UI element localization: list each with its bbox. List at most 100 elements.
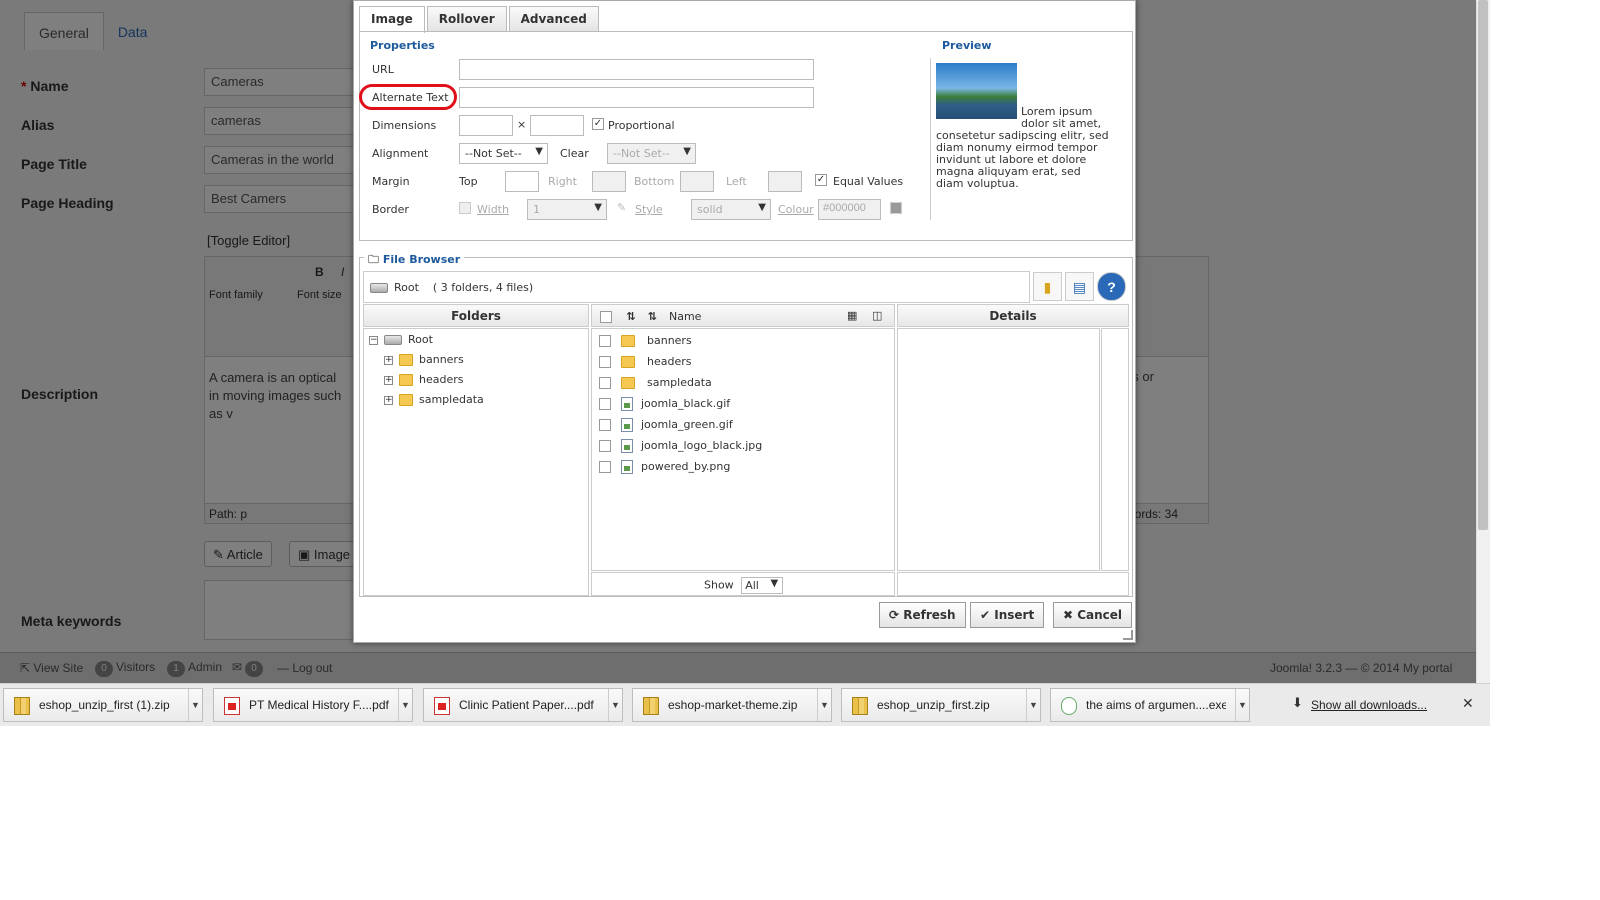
download-item[interactable]: Clinic Patient Paper....pdf ▼ [423, 688, 623, 722]
list-item[interactable]: joomla_logo_black.jpg [599, 439, 762, 453]
chevron-down-icon[interactable]: ▼ [608, 689, 622, 721]
file-browser-title: 🗀 File Browser [364, 251, 465, 270]
expand-icon[interactable]: + [384, 355, 393, 365]
dialog-tabs: Image Rollover Advanced [359, 6, 601, 33]
new-folder-icon: ▮ [1043, 279, 1052, 295]
border-width-select[interactable]: 1 ▼ [527, 199, 607, 220]
image-file-icon [621, 397, 633, 411]
list-item[interactable]: joomla_green.gif [599, 418, 733, 432]
tab-rollover[interactable]: Rollover [426, 6, 507, 31]
alternate-text-input[interactable] [459, 87, 814, 108]
item-checkbox[interactable] [599, 335, 611, 347]
chevron-down-icon[interactable]: ▼ [188, 689, 202, 721]
dropdown-arrow-icon: ▼ [758, 202, 766, 213]
border-style-icon: ✎ [617, 201, 627, 214]
folder-icon [399, 374, 413, 386]
search-icon[interactable]: ◫ [872, 309, 882, 322]
item-checkbox[interactable] [599, 377, 611, 389]
download-item[interactable]: PT Medical History F....pdf ▼ [213, 688, 413, 722]
zip-file-icon [643, 697, 659, 715]
new-folder-button[interactable]: ▮ [1033, 272, 1062, 301]
refresh-button[interactable]: ⟳ Refresh [879, 602, 966, 628]
pdf-file-icon [224, 697, 240, 715]
list-item[interactable]: sampledata [599, 376, 712, 389]
properties-title: Properties [370, 39, 435, 52]
margin-left-input[interactable] [768, 171, 802, 192]
equal-values-checkbox[interactable]: ✓ [815, 174, 827, 186]
list-item[interactable]: joomla_black.gif [599, 397, 730, 411]
item-checkbox[interactable] [599, 461, 611, 473]
drive-icon [384, 335, 402, 345]
download-item[interactable]: the aims of argumen....exe ▼ [1050, 688, 1250, 722]
chevron-down-icon[interactable]: ▼ [1026, 689, 1040, 721]
clear-select[interactable]: --Not Set-- ▼ [607, 143, 696, 164]
cancel-button[interactable]: ✖ Cancel [1053, 602, 1133, 628]
folder-icon [621, 377, 635, 389]
image-file-icon [621, 460, 633, 474]
margin-bottom-label: Bottom [634, 175, 675, 188]
list-view-icon[interactable]: ▦ [847, 309, 857, 322]
folder-icon [399, 354, 413, 366]
margin-top-input[interactable] [505, 171, 539, 192]
tree-root[interactable]: − Root [369, 333, 433, 346]
border-checkbox[interactable] [459, 202, 471, 214]
proportional-checkbox[interactable]: ✓ [592, 118, 604, 130]
insert-button[interactable]: ✔ Insert [970, 602, 1045, 628]
border-style-select[interactable]: solid ▼ [691, 199, 771, 220]
close-icon[interactable]: ✕ [1462, 695, 1474, 712]
tree-item-sampledata[interactable]: + sampledata [384, 393, 484, 406]
border-style-label: Style [635, 203, 663, 216]
margin-label: Margin [372, 175, 410, 188]
sort-ascending-icon[interactable]: ⇅ [626, 310, 635, 323]
download-item[interactable]: eshop_unzip_first.zip ▼ [841, 688, 1041, 722]
alignment-select[interactable]: --Not Set-- ▼ [459, 143, 548, 164]
expand-icon[interactable]: + [384, 395, 393, 405]
list-item[interactable]: powered_by.png [599, 460, 730, 474]
image-manager-dialog: Image Rollover Advanced Properties Previ… [353, 0, 1136, 643]
margin-bottom-input[interactable] [680, 171, 714, 192]
item-checkbox[interactable] [599, 356, 611, 368]
margin-right-input[interactable] [592, 171, 626, 192]
show-all-downloads-link[interactable]: Show all downloads... [1311, 698, 1427, 712]
height-input[interactable] [530, 115, 584, 136]
show-select[interactable]: All ▼ [741, 577, 784, 594]
width-input[interactable] [459, 115, 513, 136]
border-label: Border [372, 203, 409, 216]
details-footer [897, 572, 1129, 596]
help-button[interactable]: ? [1097, 272, 1126, 301]
tab-advanced[interactable]: Advanced [508, 6, 599, 31]
details-scrollbar[interactable] [1101, 328, 1129, 571]
border-colour-input[interactable]: #000000 [818, 199, 881, 220]
page-scrollbar-thumb[interactable] [1478, 0, 1488, 530]
select-all-checkbox[interactable] [600, 310, 612, 323]
resize-handle[interactable] [1123, 630, 1133, 640]
zip-file-icon [852, 697, 868, 715]
name-column-label[interactable]: Name [669, 310, 701, 323]
colour-picker-icon[interactable] [890, 202, 902, 214]
alternate-text-highlight [359, 84, 457, 110]
chevron-down-icon[interactable]: ▼ [817, 689, 831, 721]
list-item[interactable]: headers [599, 355, 691, 368]
downloads-bar: eshop_unzip_first (1).zip ▼ PT Medical Hi… [0, 683, 1490, 726]
expand-icon[interactable]: + [384, 375, 393, 385]
download-item[interactable]: eshop_unzip_first (1).zip ▼ [3, 688, 203, 722]
name-header: ⇅ ⇅ Name ▦ ◫ [591, 304, 895, 327]
list-item[interactable]: banners [599, 334, 692, 347]
download-item[interactable]: eshop-market-theme.zip ▼ [632, 688, 832, 722]
chevron-down-icon[interactable]: ▼ [398, 689, 412, 721]
sort-name-icon[interactable]: ⇅ [648, 310, 657, 323]
item-checkbox[interactable] [599, 440, 611, 452]
item-checkbox[interactable] [599, 398, 611, 410]
details-pane [897, 328, 1100, 571]
collapse-icon[interactable]: − [369, 335, 378, 345]
dimensions-label: Dimensions [372, 119, 437, 132]
url-input[interactable] [459, 59, 814, 80]
item-checkbox[interactable] [599, 419, 611, 431]
chevron-down-icon[interactable]: ▼ [1235, 689, 1249, 721]
tab-image[interactable]: Image [359, 6, 425, 33]
upload-button[interactable]: ▤ [1065, 272, 1094, 301]
tree-item-headers[interactable]: + headers [384, 373, 463, 386]
margin-left-label: Left [726, 175, 747, 188]
tree-item-banners[interactable]: + banners [384, 353, 464, 366]
folder-icon [399, 394, 413, 406]
